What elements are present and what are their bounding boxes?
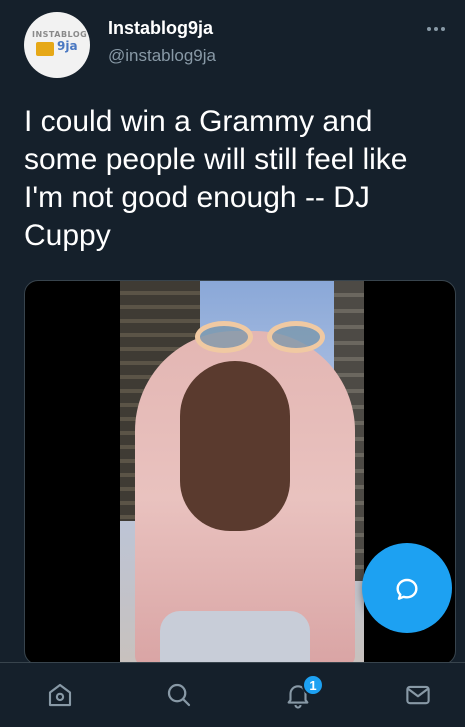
tweet-header: INSTABLOG 9ja Instablog9ja @instablog9ja <box>0 0 465 90</box>
tab-search[interactable] <box>157 673 201 717</box>
mail-icon <box>406 685 430 705</box>
subject-sunglasses <box>195 321 325 355</box>
notification-badge: 1 <box>302 674 324 696</box>
avatar[interactable]: INSTABLOG 9ja <box>24 12 90 78</box>
search-icon <box>167 683 191 707</box>
tweet-text: I could win a Grammy and some people wil… <box>24 105 408 252</box>
bottom-tab-bar <box>0 662 465 727</box>
avatar-logo-suffix: 9ja <box>57 39 78 53</box>
avatar-logo-text: INSTABLOG <box>32 30 88 39</box>
tab-messages[interactable] <box>396 673 440 717</box>
video-frame <box>120 281 364 664</box>
user-handle[interactable]: @instablog9ja <box>108 46 216 66</box>
chat-bubble-icon <box>396 578 418 600</box>
more-horizontal-icon[interactable] <box>427 18 451 31</box>
display-name[interactable]: Instablog9ja <box>108 18 213 39</box>
subject-face <box>180 361 290 531</box>
subject-shirt <box>160 611 310 664</box>
home-icon <box>48 683 72 707</box>
reply-compose-button[interactable] <box>362 543 452 633</box>
tab-home[interactable] <box>38 673 82 717</box>
avatar-logo-mark <box>36 42 54 56</box>
